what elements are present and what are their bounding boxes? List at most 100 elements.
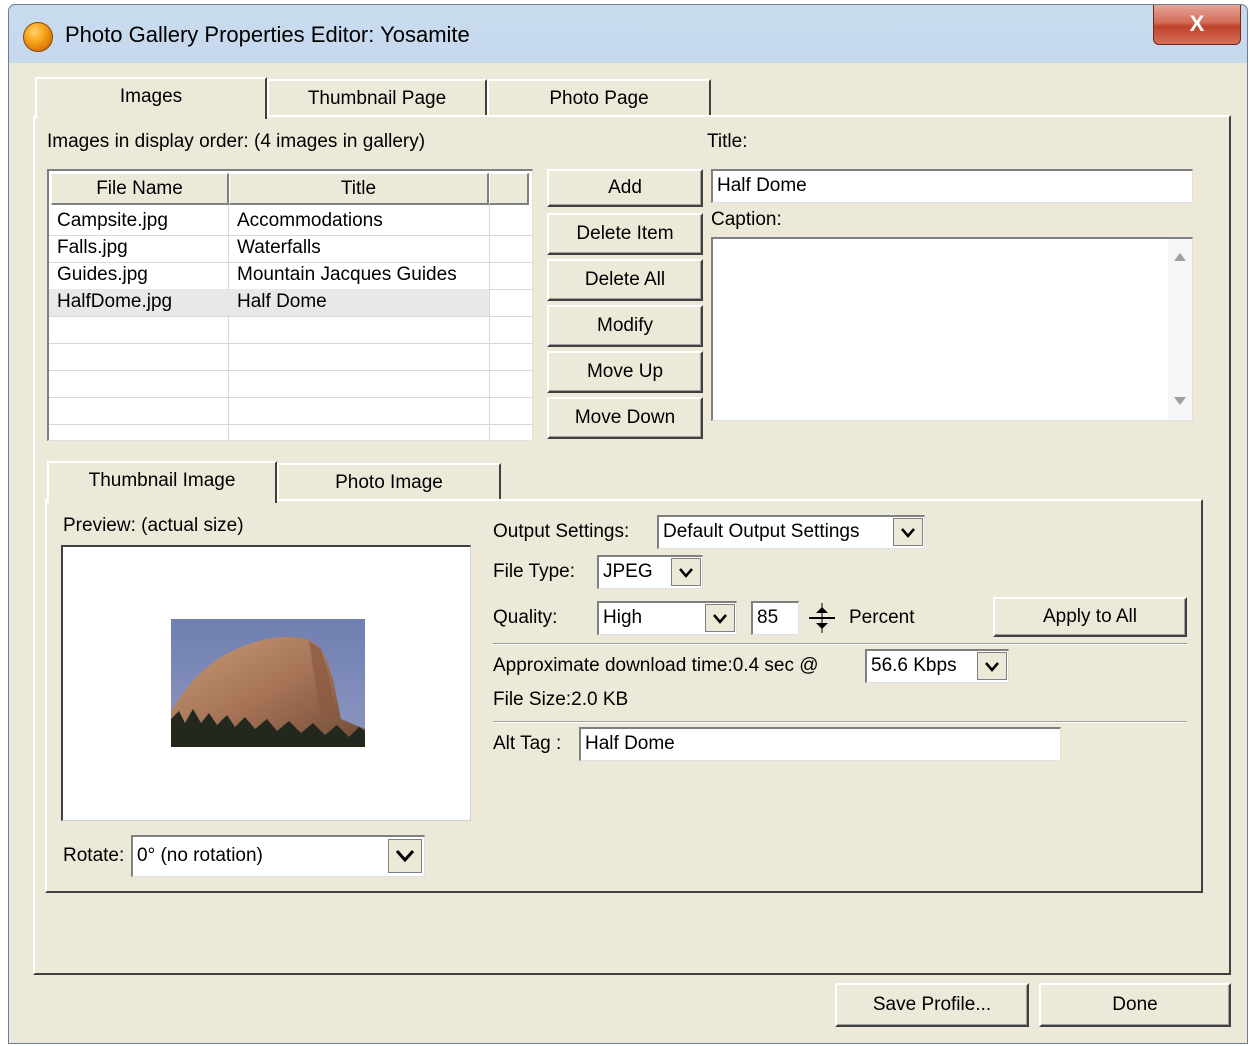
rotate-select[interactable]: 0° (no rotation)	[131, 835, 425, 877]
images-list[interactable]: File Name Title Campsite.jpg Accommodati…	[47, 169, 533, 441]
delete-all-button[interactable]: Delete All	[547, 259, 703, 301]
column-header-filler	[489, 173, 529, 205]
scroll-up-arrow-icon[interactable]	[1174, 253, 1186, 261]
title-input[interactable]: Half Dome	[711, 169, 1193, 203]
images-list-label: Images in display order: (4 images in ga…	[47, 131, 426, 152]
save-profile-label: Save Profile...	[872, 994, 992, 1015]
divider	[493, 643, 1187, 645]
apply-to-all-label: Apply to All	[1043, 606, 1137, 627]
alt-tag-label: Alt Tag :	[493, 733, 562, 754]
dialog-window: Photo Gallery Properties Editor: Yosamit…	[8, 4, 1248, 1044]
row-divider	[49, 370, 532, 371]
output-settings-dropdown-button[interactable]	[893, 518, 923, 546]
delete-item-button-label: Delete Item	[576, 223, 674, 244]
table-row[interactable]: Campsite.jpg Accommodations	[49, 208, 489, 235]
download-speed-value: 56.6 Kbps	[871, 655, 957, 676]
tab-thumbnail-image[interactable]: Thumbnail Image	[47, 461, 277, 503]
chevron-down-icon	[713, 614, 727, 624]
rotate-label: Rotate:	[63, 845, 125, 866]
row-title: Half Dome	[237, 291, 327, 312]
add-button[interactable]: Add	[547, 169, 703, 207]
tab-thumbnail-page-label: Thumbnail Page	[307, 88, 447, 109]
delete-item-button[interactable]: Delete Item	[547, 213, 703, 255]
table-row[interactable]: Falls.jpg Waterfalls	[49, 235, 489, 262]
download-speed-dropdown-button[interactable]	[977, 652, 1007, 680]
row-divider	[49, 424, 532, 425]
modify-button[interactable]: Modify	[547, 305, 703, 347]
modify-button-label: Modify	[597, 315, 653, 336]
preview-box	[61, 545, 471, 821]
divider	[493, 721, 1187, 723]
quality-number-input[interactable]: 85	[751, 601, 799, 635]
tab-thumbnail-page[interactable]: Thumbnail Page	[267, 79, 487, 117]
spinner-arrows-icon	[809, 603, 835, 633]
close-button[interactable]: X	[1153, 5, 1241, 45]
tab-thumbnail-image-label: Thumbnail Image	[88, 470, 236, 491]
move-up-button[interactable]: Move Up	[547, 351, 703, 393]
dialog-client-area: Images Thumbnail Page Photo Page Images …	[9, 63, 1247, 1043]
row-file-name: HalfDome.jpg	[57, 291, 173, 312]
file-size-label: File Size:2.0 KB	[493, 689, 629, 710]
row-divider	[49, 316, 532, 317]
app-icon	[23, 22, 53, 52]
column-divider	[489, 205, 490, 440]
column-header-file-name-label: File Name	[96, 178, 183, 199]
table-row[interactable]: Guides.jpg Mountain Jacques Guides	[49, 262, 489, 289]
row-divider	[49, 397, 532, 398]
quality-label: Quality:	[493, 607, 558, 628]
window-title: Photo Gallery Properties Editor: Yosamit…	[65, 22, 470, 47]
output-settings-select[interactable]: Default Output Settings	[657, 515, 925, 549]
column-header-title[interactable]: Title	[229, 173, 489, 205]
quality-spinner[interactable]	[807, 601, 837, 635]
download-time-label: Approximate download time:0.4 sec @	[493, 655, 819, 676]
output-settings-label: Output Settings:	[493, 521, 630, 542]
row-file-name: Falls.jpg	[57, 237, 128, 258]
row-title: Mountain Jacques Guides	[237, 264, 457, 285]
title-bar[interactable]: Photo Gallery Properties Editor: Yosamit…	[9, 5, 1247, 63]
row-title: Waterfalls	[237, 237, 321, 258]
row-file-name: Guides.jpg	[57, 264, 148, 285]
row-divider	[49, 343, 532, 344]
caption-label: Caption:	[711, 209, 782, 230]
quality-select[interactable]: High	[597, 601, 737, 635]
tab-photo-page-label: Photo Page	[549, 88, 649, 109]
column-header-title-label: Title	[340, 178, 377, 199]
delete-all-button-label: Delete All	[584, 269, 666, 290]
quality-dropdown-button[interactable]	[705, 604, 735, 632]
apply-to-all-button[interactable]: Apply to All	[993, 597, 1187, 637]
caption-textarea[interactable]	[711, 237, 1193, 421]
half-dome-thumbnail-image	[171, 619, 365, 747]
save-profile-button[interactable]: Save Profile...	[835, 983, 1029, 1027]
table-row-selected[interactable]: HalfDome.jpg Half Dome	[49, 289, 489, 316]
move-down-button[interactable]: Move Down	[547, 397, 703, 439]
file-type-value: JPEG	[603, 561, 653, 582]
tab-images-label: Images	[119, 86, 183, 107]
file-type-dropdown-button[interactable]	[671, 558, 701, 586]
alt-tag-input[interactable]: Half Dome	[579, 727, 1061, 761]
rotate-select-value: 0° (no rotation)	[137, 845, 263, 866]
move-up-button-label: Move Up	[586, 361, 664, 382]
file-type-label: File Type:	[493, 561, 576, 582]
tab-photo-page[interactable]: Photo Page	[487, 79, 711, 117]
row-file-name: Campsite.jpg	[57, 210, 168, 231]
scroll-down-arrow-icon[interactable]	[1174, 397, 1186, 405]
preview-label: Preview: (actual size)	[63, 515, 244, 536]
add-button-label: Add	[608, 177, 642, 198]
close-icon: X	[1189, 11, 1205, 36]
caption-scrollbar[interactable]	[1168, 239, 1192, 419]
column-header-file-name[interactable]: File Name	[51, 173, 229, 205]
download-speed-select[interactable]: 56.6 Kbps	[865, 649, 1009, 683]
row-title: Accommodations	[237, 210, 383, 231]
chevron-down-icon	[985, 662, 999, 672]
tab-photo-image-label: Photo Image	[335, 472, 443, 493]
chevron-down-icon	[679, 568, 693, 578]
chevron-down-icon	[901, 528, 915, 538]
rotate-dropdown-button[interactable]	[388, 839, 422, 873]
move-down-button-label: Move Down	[574, 407, 676, 428]
tab-photo-image[interactable]: Photo Image	[277, 463, 501, 501]
tab-images[interactable]: Images	[35, 77, 267, 119]
done-button[interactable]: Done	[1039, 983, 1231, 1027]
percent-label: Percent	[849, 607, 915, 628]
file-type-select[interactable]: JPEG	[597, 555, 703, 589]
output-settings-value: Default Output Settings	[663, 521, 860, 542]
